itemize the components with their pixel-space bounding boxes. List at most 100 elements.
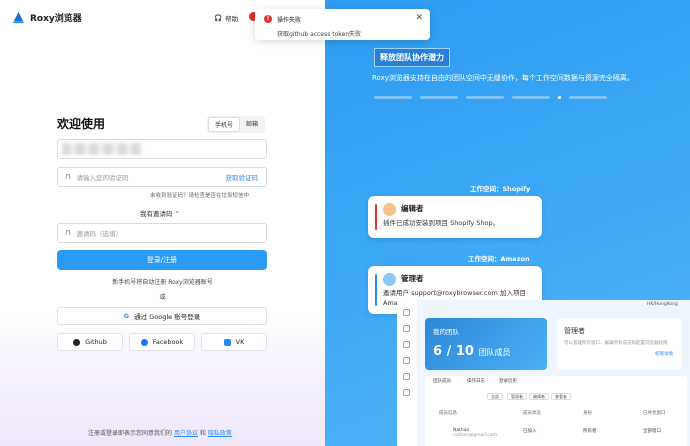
invite-placeholder: 邀请码（选填） xyxy=(76,230,122,238)
close-icon[interactable]: ✕ xyxy=(415,13,423,23)
admin-role-card: 管理者 可以管理所有窗口、编辑所有成员和配置浏览器权限 权限详情 xyxy=(557,318,682,370)
carousel-indicator xyxy=(374,96,607,99)
carousel-step[interactable] xyxy=(466,96,504,99)
help-button[interactable]: 🎧 帮助 xyxy=(214,13,238,23)
column-header: 成员信息 xyxy=(439,411,457,416)
tab-phone[interactable]: 手机号 xyxy=(208,117,241,132)
admin-label: 管理者 xyxy=(564,327,585,335)
invite-field[interactable]: ⊓ 邀请码（选填） xyxy=(57,223,267,243)
promo-subline: Roxy浏览器支持在自由的团队空间中无缝协作，每个工作空间数据与资源完全隔离。 xyxy=(372,74,634,82)
login-panel: Roxy浏览器 🎧 帮助 欢迎使用 手机号 邮箱 ⊓ 请输入您的验证码 获取验证… xyxy=(0,0,325,446)
column-header: 已共享窗口 xyxy=(643,411,666,416)
window-icon xyxy=(403,309,410,316)
tab-email[interactable]: 邮箱 xyxy=(240,117,264,132)
vk-login-button[interactable]: VK xyxy=(201,333,267,351)
terms-link[interactable]: 用户协议 xyxy=(174,430,198,437)
workspace-label-1: 工作空间：Shopify xyxy=(470,185,531,193)
filter-viewer[interactable]: 查看者 xyxy=(551,393,571,400)
member-role: 所有者 xyxy=(583,429,597,434)
code-hint: 未收到验证码？请检查是否在垃圾短信中 xyxy=(150,193,250,199)
get-code-button[interactable]: 获取验证码 xyxy=(226,172,259,182)
team-icon xyxy=(403,357,410,364)
team-count: 6 / 10 团队成员 xyxy=(433,344,510,359)
github-label: Github xyxy=(85,338,107,346)
column-header: 成员状态 xyxy=(523,411,541,416)
github-icon xyxy=(73,338,81,346)
promo-panel: 释放团队协作潜力 Roxy浏览器支持在自由的团队空间中无缝协作，每个工作空间数据… xyxy=(325,0,690,446)
error-toast: ! 操作失败 获取github access token失败 ✕ xyxy=(255,9,430,40)
team-count-card: 我的团队 6 / 10 团队成员 xyxy=(425,318,547,370)
filter-admin[interactable]: 管理者 xyxy=(507,393,527,400)
phone-value-blurred xyxy=(62,143,142,155)
google-icon: G xyxy=(123,312,130,320)
headset-icon: 🎧 xyxy=(214,14,223,22)
team-count-suffix: 团队成员 xyxy=(478,348,511,357)
brand-logo[interactable]: Roxy浏览器 xyxy=(12,11,82,24)
vk-label: VK xyxy=(235,338,245,346)
toast-message: 获取github access token失败 xyxy=(277,31,362,38)
globe-icon xyxy=(403,341,410,348)
vk-icon xyxy=(223,338,231,346)
error-icon: ! xyxy=(264,15,272,23)
team-preview: HK/HongKong 我的团队 6 / 10 团队成员 管理者 可以管理所有窗… xyxy=(397,300,690,446)
lock-icon: ⊓ xyxy=(65,173,71,181)
carousel-step[interactable] xyxy=(512,96,550,99)
card-text: 插件已成功安装到项目 Shopify Shop。 xyxy=(383,219,500,227)
carousel-step[interactable] xyxy=(374,96,412,99)
tab-logs[interactable]: 操作日志 xyxy=(467,378,485,384)
chart-icon xyxy=(403,389,410,396)
workspace-label-2: 工作空间：Amazon xyxy=(468,255,530,263)
card-role: 管理者 xyxy=(401,274,424,283)
tab-members[interactable]: 团队成员 xyxy=(433,378,451,384)
avatar xyxy=(383,273,396,286)
roxy-logo-icon xyxy=(12,11,25,24)
editor-card: 编辑者 插件已成功安装到项目 Shopify Shop。 xyxy=(368,196,542,238)
page-title: 欢迎使用 xyxy=(57,117,106,131)
facebook-icon xyxy=(140,338,148,346)
avatar xyxy=(383,203,396,216)
promo-headline: 释放团队协作潜力 xyxy=(374,48,450,67)
code-placeholder: 请输入您的验证码 xyxy=(76,174,129,182)
preview-location: HK/HongKong xyxy=(647,302,678,307)
member-name: Nathan nathan@gmail.com xyxy=(453,428,497,438)
members-table: 团队成员 操作日志 登录历史 全部 管理者 编辑者 查看者 成员信息 成员状态 … xyxy=(425,376,687,446)
column-header: 身份 xyxy=(583,411,592,416)
submit-button[interactable]: 登录/注册 xyxy=(57,250,267,270)
terms-footer: 注册或登录即表示您同意我们的 用户协议 和 隐私政策 xyxy=(88,428,232,437)
brand-name: Roxy浏览器 xyxy=(30,14,82,24)
admin-desc: 可以管理所有窗口、编辑所有成员和配置浏览器权限 xyxy=(564,341,668,346)
auto-register-note: 新手机号将自动注册 Roxy浏览器账号 xyxy=(112,279,213,286)
team-count-value: 6 / 10 xyxy=(433,344,474,359)
or-divider: 或 xyxy=(159,294,166,301)
carousel-dot-active[interactable] xyxy=(558,96,561,99)
lock-icon: ⊓ xyxy=(65,229,71,237)
admin-link[interactable]: 权限详情 xyxy=(655,351,673,357)
google-login-button[interactable]: G 通过 Google 账号登录 xyxy=(57,307,267,325)
team-label: 我的团队 xyxy=(433,328,459,336)
carousel-step[interactable] xyxy=(420,96,458,99)
footer-and: 和 xyxy=(199,430,206,437)
member-email: nathan@gmail.com xyxy=(453,433,497,438)
preview-sidebar xyxy=(397,300,417,446)
facebook-label: Facebook xyxy=(152,338,184,346)
github-login-button[interactable]: Github xyxy=(57,333,123,351)
help-label: 帮助 xyxy=(225,15,239,23)
footer-prefix: 注册或登录即表示您同意我们的 xyxy=(88,430,173,437)
filter-editor[interactable]: 编辑者 xyxy=(529,393,549,400)
tab-login-history[interactable]: 登录历史 xyxy=(499,378,517,384)
member-shared: 全部窗口 xyxy=(643,429,661,434)
toast-title: 操作失败 xyxy=(277,17,302,24)
carousel-step[interactable] xyxy=(569,96,607,99)
card-accent xyxy=(375,274,377,306)
facebook-login-button[interactable]: Facebook xyxy=(129,333,195,351)
tag-icon xyxy=(403,373,410,380)
code-field[interactable]: ⊓ 请输入您的验证码 获取验证码 xyxy=(57,167,267,187)
login-method-tabs: 手机号 邮箱 xyxy=(207,116,266,133)
card-role: 编辑者 xyxy=(401,204,424,213)
invite-toggle[interactable]: 我有邀请码 ⌃ xyxy=(140,208,180,218)
google-label: 通过 Google 账号登录 xyxy=(134,313,201,321)
filter-all[interactable]: 全部 xyxy=(487,393,503,400)
card-accent xyxy=(375,204,377,230)
member-status: 已加入 xyxy=(523,429,537,434)
privacy-link[interactable]: 隐私政策 xyxy=(208,430,232,437)
